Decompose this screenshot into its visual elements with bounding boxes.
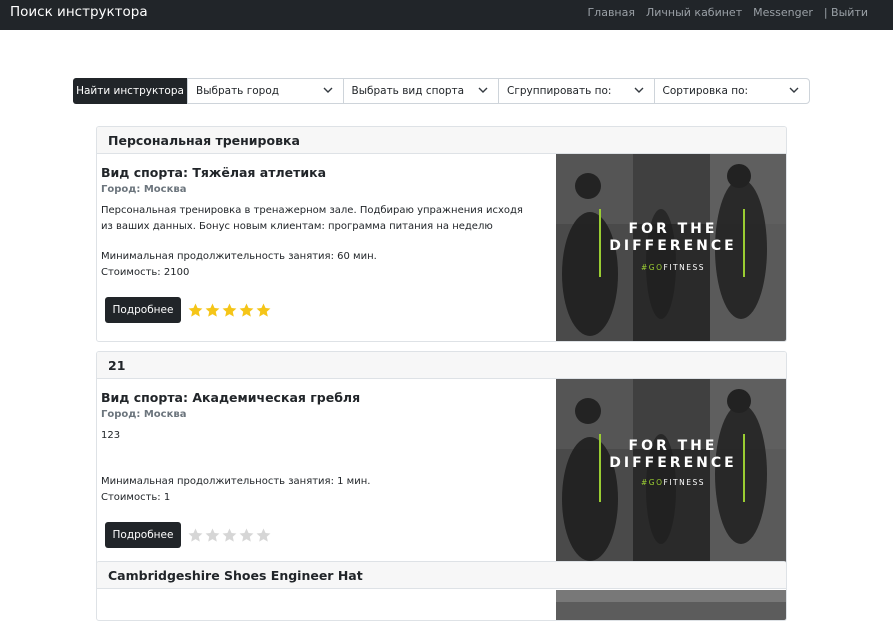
group-select[interactable]: Сгруппировать по: [498, 79, 654, 103]
star-icon[interactable] [255, 302, 272, 319]
nav-links: Главная Личный кабинет Messenger | Выйти [587, 6, 868, 19]
brand-title[interactable]: Поиск инструктора [10, 4, 148, 20]
rating-stars [187, 302, 272, 319]
chevron-down-icon [789, 87, 799, 93]
chevron-down-icon [634, 87, 643, 93]
star-icon[interactable] [255, 527, 272, 544]
card-title: Персональная тренировка [97, 127, 786, 154]
chevron-down-icon [478, 87, 488, 93]
city-select[interactable]: Выбрать город [187, 79, 343, 103]
card-photo-graphic [556, 590, 786, 620]
image-text-rest: FITNESS [664, 263, 705, 272]
star-icon[interactable] [221, 527, 238, 544]
card-description: Персональная тренировка в тренажерном за… [101, 205, 523, 232]
instructor-card: 21 Вид спорта: Академическая гребля Горо… [96, 351, 787, 567]
city-select-label: Выбрать город [196, 85, 280, 97]
star-icon[interactable] [238, 527, 255, 544]
details-button[interactable]: Подробнее [105, 522, 181, 548]
card-price: Стоимость: 2100 [101, 267, 190, 278]
instructor-card: Персональная тренировка Вид спорта: Тяжё… [96, 126, 787, 342]
card-body: Вид спорта: Академическая гребля Город: … [97, 379, 786, 566]
instructor-card: Cambridgeshire Shoes Engineer Hat [96, 561, 787, 621]
card-photo [556, 590, 786, 620]
sort-select[interactable]: Сортировка по: [653, 79, 810, 103]
nav-link-logout[interactable]: | Выйти [824, 6, 868, 19]
image-text-line2: DIFFERENCE [609, 455, 736, 471]
card-duration: Минимальная продолжительность занятия: 1… [101, 476, 371, 487]
image-text-rest: FITNESS [664, 478, 705, 487]
star-icon[interactable] [187, 527, 204, 544]
card-sport: Вид спорта: Тяжёлая атлетика [101, 165, 327, 180]
image-text-line1: FOR THE [629, 438, 718, 454]
star-icon[interactable] [204, 302, 221, 319]
find-instructor-button[interactable]: Найти инструктора [73, 78, 187, 104]
nav-link-messenger[interactable]: Messenger [753, 6, 813, 19]
card-title: Cambridgeshire Shoes Engineer Hat [97, 562, 786, 589]
card-duration: Минимальная продолжительность занятия: 6… [101, 251, 377, 262]
chevron-down-icon [323, 87, 332, 93]
star-icon[interactable] [187, 302, 204, 319]
image-text-line2: DIFFERENCE [609, 238, 736, 254]
image-text-accent: #GO [641, 478, 664, 487]
nav-link-account[interactable]: Личный кабинет [646, 6, 742, 19]
fitness-photo: FOR THE DIFFERENCE #GOFITNESS [556, 154, 786, 341]
sport-select-label: Выбрать вид спорта [351, 85, 465, 97]
image-text-line1: FOR THE [629, 221, 718, 237]
card-city: Город: Москва [101, 184, 187, 195]
star-icon[interactable] [204, 527, 221, 544]
star-icon[interactable] [238, 302, 255, 319]
fitness-photo-graphic: FOR THE DIFFERENCE #GOFITNESS [556, 379, 786, 566]
card-description: 123 [101, 430, 121, 441]
image-text-accent: #GO [641, 263, 664, 272]
group-select-label: Сгруппировать по: [507, 85, 612, 97]
rating-stars [187, 527, 272, 544]
card-price: Стоимость: 1 [101, 492, 171, 503]
details-button[interactable]: Подробнее [105, 297, 181, 323]
sport-select[interactable]: Выбрать вид спорта [342, 79, 499, 103]
navbar: Поиск инструктора Главная Личный кабинет… [0, 0, 893, 30]
filter-bar: Найти инструктора Выбрать город Выбрать … [73, 78, 810, 104]
fitness-photo: FOR THE DIFFERENCE #GOFITNESS [556, 379, 786, 566]
star-icon[interactable] [221, 302, 238, 319]
card-city: Город: Москва [101, 409, 187, 420]
svg-text:#GOFITNESS: #GOFITNESS [641, 478, 705, 487]
svg-text:#GOFITNESS: #GOFITNESS [641, 263, 705, 272]
fitness-photo-graphic: FOR THE DIFFERENCE #GOFITNESS [556, 154, 786, 341]
card-title: 21 [97, 352, 786, 379]
nav-link-home[interactable]: Главная [587, 6, 635, 19]
card-body: Вид спорта: Тяжёлая атлетика Город: Моск… [97, 154, 786, 341]
card-sport: Вид спорта: Академическая гребля [101, 390, 361, 405]
sort-select-label: Сортировка по: [662, 85, 749, 97]
